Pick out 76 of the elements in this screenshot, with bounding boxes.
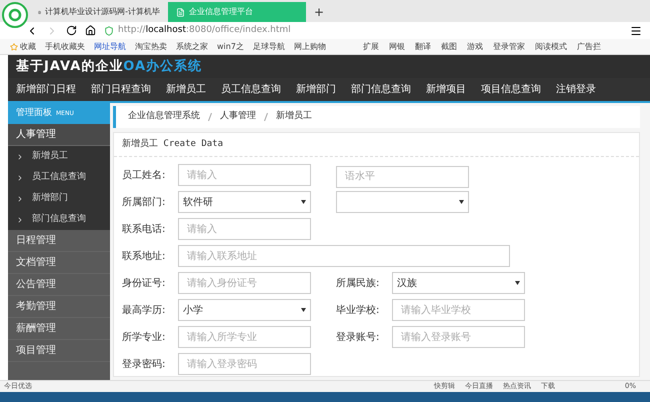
nav-link[interactable]: 新增员工 (166, 82, 206, 97)
nav-link[interactable]: 新增部门 (296, 82, 336, 97)
input-field[interactable]: 请输入登录密码 (178, 353, 311, 375)
select-field[interactable]: 小学 (178, 299, 311, 321)
site-title: 基于JAVA的企业OA办公系统 (16, 58, 202, 76)
chevron-icon (16, 216, 24, 224)
field-label: 登录账号: (336, 330, 380, 344)
separator-icon (208, 113, 212, 121)
bookmark-link[interactable]: 手机收藏夹 (45, 40, 85, 52)
bookmark-link[interactable]: 足球导航 (252, 40, 285, 52)
field-label: 身份证号: (122, 276, 166, 290)
dropdown-caret-icon (459, 200, 464, 204)
sidebar-subitem[interactable]: 新增部门 (8, 188, 110, 209)
reload-icon[interactable] (66, 25, 77, 36)
nav-link[interactable]: 员工信息查询 (221, 82, 281, 97)
chevron-icon (16, 194, 24, 202)
field-label: 毕业学校: (336, 304, 380, 318)
nav-link[interactable]: 部门信息查询 (351, 82, 411, 97)
field-label: 联系地址: (122, 250, 166, 264)
input-field[interactable]: 语水平 (336, 166, 469, 188)
select-field[interactable]: 软件研 (178, 191, 311, 213)
breadcrumb-link[interactable]: 企业信息管理系统 (128, 110, 200, 124)
sidebar-subitem[interactable]: 部门信息查询 (8, 209, 110, 230)
menu-icon[interactable] (630, 24, 642, 36)
bookmark-link[interactable]: 网上购物 (294, 40, 326, 52)
toolbar-link[interactable]: 登录管家 (492, 40, 525, 52)
field-label: 联系电话: (122, 222, 166, 236)
toolbar-link[interactable]: 阅读模式 (534, 40, 567, 52)
input-field[interactable]: 请输入 (178, 164, 311, 186)
field-label: 所学专业: (122, 330, 166, 344)
field-label: 员工姓名: (122, 168, 166, 182)
input-field[interactable]: 请输入联系地址 (178, 245, 510, 267)
sidebar-subitem[interactable]: 新增员工 (8, 146, 110, 167)
sidebar-subitem[interactable]: 员工信息查询 (8, 167, 110, 188)
toolbar-link[interactable]: 网银 (388, 40, 405, 52)
input-field[interactable]: 请输入 (178, 218, 311, 240)
toolbar-link[interactable]: 翻译 (414, 40, 431, 52)
input-field[interactable]: 请输入登录账号 (392, 326, 525, 348)
nav-link[interactable]: 新增项目 (426, 82, 466, 97)
form-title: 新增员工 Create Data (122, 138, 224, 151)
input-field[interactable]: 请输入身份证号 (178, 272, 311, 294)
new-tab-button[interactable]: + (306, 2, 332, 22)
select-field[interactable]: 汉族 (392, 272, 525, 294)
field-label: 登录密码: (122, 358, 166, 372)
star-icon (10, 42, 18, 50)
dropdown-caret-icon (301, 200, 306, 204)
select-field[interactable] (336, 191, 469, 213)
bookmark-link[interactable]: 网址导航 (94, 40, 126, 52)
shield-icon (104, 26, 114, 36)
chevron-icon (16, 174, 24, 182)
field-label: 所属部门: (122, 196, 166, 210)
field-label: 最高学历: (122, 304, 166, 318)
sidebar-item[interactable]: 人事管理 (8, 124, 110, 146)
bookmark-link[interactable]: win7之 (217, 40, 244, 52)
toolbar-link[interactable]: 截图 (440, 40, 457, 52)
bookmark-link[interactable]: 收藏 (20, 40, 36, 52)
breadcrumb-link[interactable]: 人事管理 (220, 110, 256, 124)
nav-link[interactable]: 注销登录 (556, 82, 596, 97)
toolbar-link[interactable]: 广告拦 (576, 40, 601, 52)
nav-link[interactable]: 新增部门日程 (16, 82, 76, 97)
toolbar-link[interactable]: 扩展 (362, 40, 379, 52)
field-label: 所属民族: (336, 276, 380, 290)
home-icon[interactable] (85, 25, 96, 36)
input-field[interactable]: 请输入所学专业 (178, 326, 311, 348)
nav-link[interactable]: 部门日程查询 (91, 82, 151, 97)
separator-icon (264, 113, 268, 121)
page-icon (176, 8, 185, 16)
toolbar-link[interactable]: 游戏 (466, 40, 483, 52)
breadcrumb-link[interactable]: 新增员工 (276, 110, 312, 124)
dropdown-caret-icon (515, 281, 520, 285)
bookmark-link[interactable]: 淘宝热卖 (135, 40, 167, 52)
dropdown-caret-icon (301, 308, 306, 312)
bookmark-link[interactable]: 系统之家 (176, 40, 208, 52)
input-field[interactable]: 请输入毕业学校 (392, 299, 525, 321)
chevron-icon (16, 152, 24, 160)
nav-link[interactable]: 项目信息查询 (481, 82, 541, 97)
